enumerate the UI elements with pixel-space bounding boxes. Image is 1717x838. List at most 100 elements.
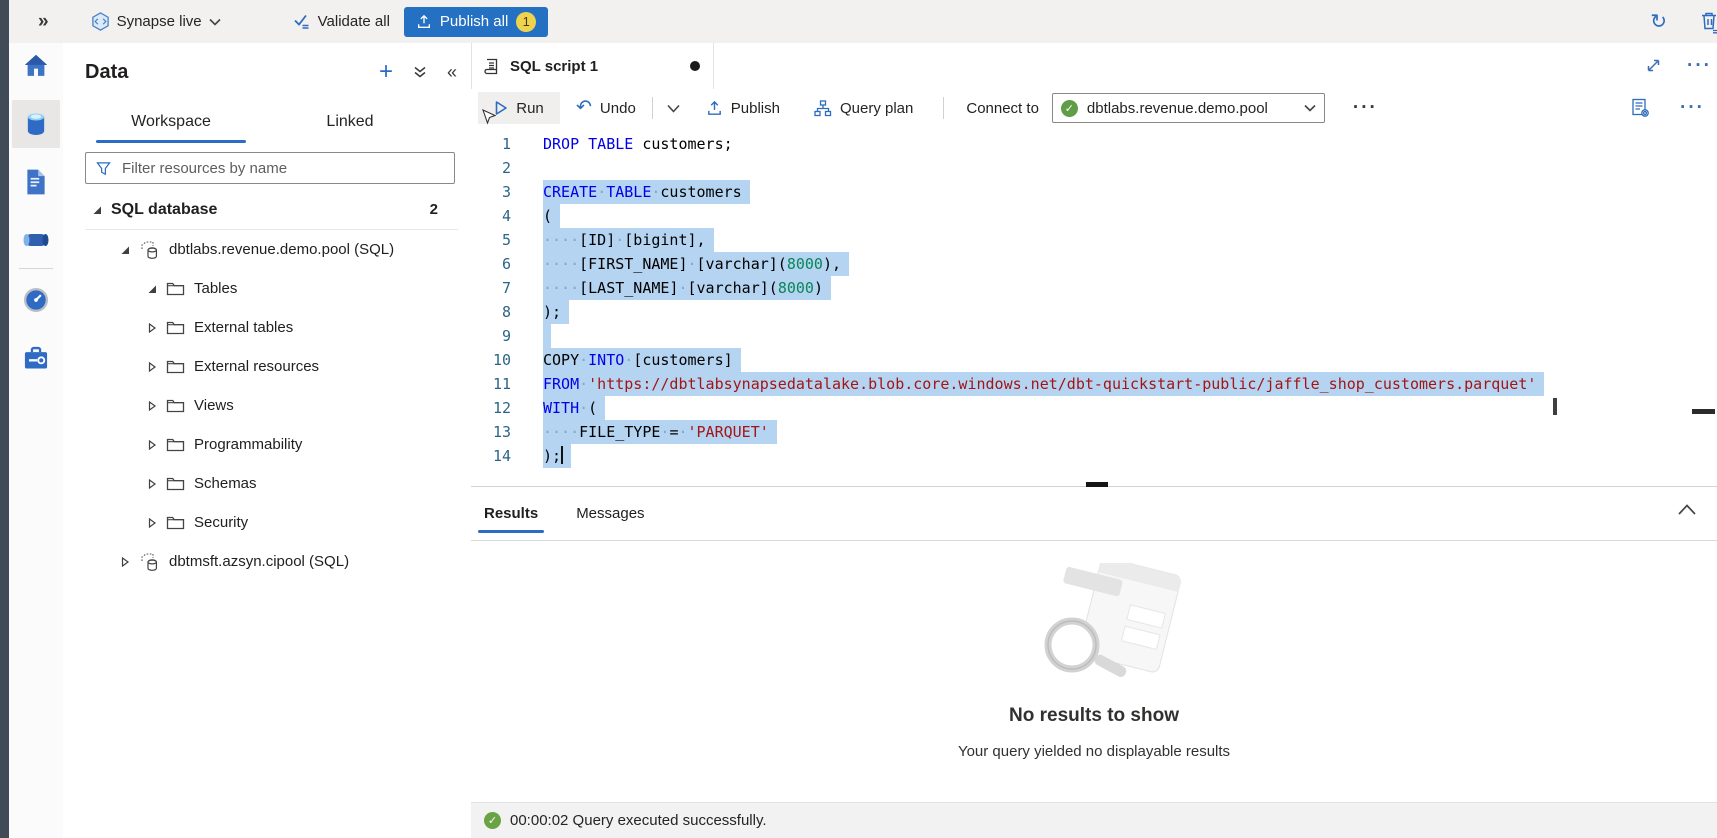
tree-row[interactable]: Views	[63, 386, 470, 425]
pipeline-icon	[21, 228, 51, 252]
line-number[interactable]: 6	[471, 252, 511, 276]
selection-highlight: ····FILE_TYPE·=·'PARQUET'	[543, 420, 777, 444]
tree-row[interactable]: SQL database2	[63, 190, 470, 229]
line-number[interactable]: 3	[471, 180, 511, 204]
query-plan-button[interactable]: Query plan	[806, 92, 921, 124]
code-token: ·	[624, 351, 633, 369]
environment-selector[interactable]: Synapse live	[91, 12, 221, 31]
code-line[interactable]: 6····[FIRST_NAME]·[varchar](8000),	[471, 252, 1717, 276]
scrollbar-marker[interactable]	[1553, 398, 1557, 415]
expand-editor-icon[interactable]	[1645, 57, 1662, 74]
editor-more-actions-icon[interactable]: ···	[1680, 103, 1705, 113]
code-line[interactable]: 14);	[471, 444, 1717, 468]
collapsed-triangle-icon[interactable]	[147, 479, 157, 489]
expanded-triangle-icon[interactable]	[92, 205, 102, 215]
line-number[interactable]: 11	[471, 372, 511, 396]
collapsed-triangle-icon[interactable]	[120, 557, 130, 567]
tree-row[interactable]: Programmability	[63, 425, 470, 464]
tree-row[interactable]: dbtmsft.azsyn.cipool (SQL)	[63, 542, 470, 581]
refresh-icon[interactable]: ↻	[1650, 9, 1667, 34]
scrollbar-thumb[interactable]	[1692, 409, 1715, 414]
tree-row[interactable]: Security	[63, 503, 470, 542]
code-line[interactable]: 2	[471, 156, 1717, 180]
tab-messages[interactable]: Messages	[570, 487, 650, 540]
collapsed-triangle-icon[interactable]	[147, 401, 157, 411]
line-number[interactable]: 8	[471, 300, 511, 324]
line-number[interactable]: 1	[471, 132, 511, 156]
code-line[interactable]: 1DROP TABLE customers;	[471, 132, 1717, 156]
tree-row[interactable]: External tables	[63, 308, 470, 347]
nav-home-button[interactable]	[14, 44, 58, 88]
tab-results[interactable]: Results	[478, 487, 544, 540]
code-token: customers;	[642, 135, 732, 153]
line-number[interactable]: 12	[471, 396, 511, 420]
collapsed-triangle-icon[interactable]	[147, 323, 157, 333]
tree-row[interactable]: Schemas	[63, 464, 470, 503]
code-line[interactable]: 4(	[471, 204, 1717, 228]
collapse-results-icon[interactable]	[1677, 503, 1697, 516]
nav-integrate-button[interactable]	[14, 218, 58, 262]
expanded-triangle-icon[interactable]	[120, 245, 130, 255]
toolbar-more-actions-icon[interactable]: ···	[1353, 103, 1378, 113]
tree-row[interactable]: Tables	[63, 269, 470, 308]
sql-code-editor[interactable]: 1DROP TABLE customers;23CREATE·TABLE·cus…	[471, 127, 1717, 486]
expand-menu-icon[interactable]: »	[38, 11, 49, 33]
line-number[interactable]: 9	[471, 324, 511, 348]
run-button[interactable]: Run	[478, 92, 560, 124]
nav-divider	[19, 268, 53, 269]
nav-manage-button[interactable]	[14, 336, 58, 380]
code-token: WITH	[543, 399, 579, 417]
tree-row[interactable]: dbtlabs.revenue.demo.pool (SQL)	[63, 230, 470, 269]
status-bar: ✓ 00:00:02 Query executed successfully.	[471, 802, 1717, 838]
collapsed-triangle-icon[interactable]	[147, 440, 157, 450]
code-line[interactable]: 5····[ID]·[bigint],	[471, 228, 1717, 252]
no-results-title: No results to show	[471, 705, 1717, 727]
line-number[interactable]: 4	[471, 204, 511, 228]
line-number[interactable]: 13	[471, 420, 511, 444]
nav-data-button[interactable]	[12, 100, 60, 148]
selection-highlight	[543, 324, 551, 348]
code-line[interactable]: 12WITH·(	[471, 396, 1717, 420]
trash-icon[interactable]	[1699, 10, 1717, 34]
code-line-text: );	[543, 300, 569, 324]
publish-button[interactable]: Publish	[698, 92, 788, 124]
collapse-panel-icon[interactable]: «	[447, 62, 457, 83]
collapsed-triangle-icon[interactable]	[147, 362, 157, 372]
validate-all-button[interactable]: Validate all	[293, 13, 390, 30]
code-line[interactable]: 9	[471, 324, 1717, 348]
code-line[interactable]: 13 ····FILE_TYPE·=·'PARQUET'	[471, 420, 1717, 444]
line-number[interactable]: 5	[471, 228, 511, 252]
tab-sql-script-1[interactable]: SQL script 1	[471, 43, 714, 89]
nav-monitor-button[interactable]	[14, 278, 58, 322]
line-number[interactable]: 10	[471, 348, 511, 372]
line-number[interactable]: 2	[471, 156, 511, 180]
line-number[interactable]: 14	[471, 444, 511, 468]
add-resource-icon[interactable]: +	[379, 63, 393, 81]
pool-selector-dropdown[interactable]: ✓ dbtlabs.revenue.demo.pool	[1052, 93, 1325, 123]
filter-resources-input[interactable]	[120, 159, 444, 178]
code-line[interactable]: 8);	[471, 300, 1717, 324]
tree-row[interactable]: External resources	[63, 347, 470, 386]
editor-pane: SQL script 1 ··· Run ↶ Undo Publish	[471, 43, 1717, 838]
tab-linked[interactable]: Linked	[275, 105, 425, 143]
home-icon	[22, 52, 50, 80]
code-token: [LAST_NAME]	[579, 279, 678, 297]
nav-develop-button[interactable]	[14, 160, 58, 204]
undo-icon: ↶	[576, 101, 592, 115]
folder-icon	[166, 398, 185, 413]
run-options-chevron-icon[interactable]	[663, 100, 684, 117]
publish-all-button[interactable]: Publish all 1	[404, 7, 548, 37]
sql-pool-icon	[139, 552, 160, 572]
collapsed-triangle-icon[interactable]	[147, 518, 157, 528]
line-number[interactable]: 7	[471, 276, 511, 300]
code-line[interactable]: 11FROM·'https://dbtlabsynapsedatalake.bl…	[471, 372, 1717, 396]
expanded-triangle-icon[interactable]	[147, 284, 157, 294]
collapse-all-icon[interactable]	[413, 65, 427, 79]
code-line[interactable]: 10COPY·INTO·[customers]	[471, 348, 1717, 372]
tab-more-actions-icon[interactable]: ···	[1687, 61, 1712, 71]
code-line[interactable]: 7····[LAST_NAME]·[varchar](8000)	[471, 276, 1717, 300]
undo-button[interactable]: ↶ Undo	[568, 92, 644, 124]
tab-workspace[interactable]: Workspace	[96, 105, 246, 143]
properties-icon[interactable]	[1631, 98, 1650, 118]
code-line[interactable]: 3CREATE·TABLE·customers	[471, 180, 1717, 204]
